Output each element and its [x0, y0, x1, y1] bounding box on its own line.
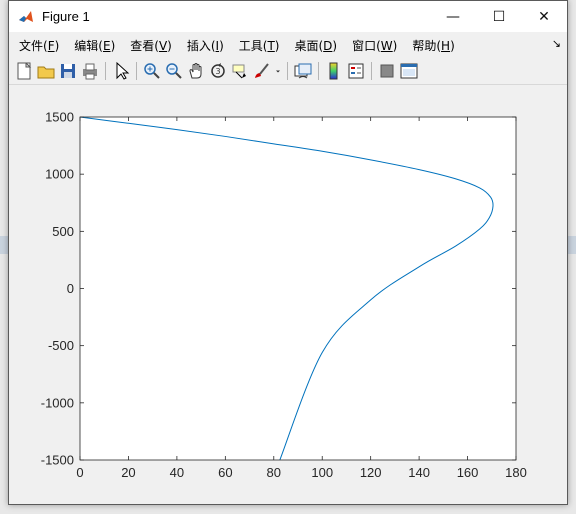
x-tick-label: 160: [457, 465, 479, 480]
x-tick-label: 40: [170, 465, 184, 480]
y-tick-label: -500: [48, 338, 74, 353]
figure-window: Figure 1 — ☐ ✕ 文件(F) 编辑(E) 查看(V) 插入(I) 工具(T)…: [8, 0, 568, 505]
y-tick-label: 1500: [45, 110, 74, 125]
y-tick-label: 1000: [45, 167, 74, 182]
y-tick-label: -1500: [41, 453, 74, 468]
y-tick-label: 0: [67, 281, 74, 296]
x-tick-label: 140: [408, 465, 430, 480]
x-tick-label: 100: [311, 465, 333, 480]
plot-area[interactable]: 0 20 40 60 80 100 120 140 160 180 -1500 -1000 -500 0 5…: [9, 1, 567, 504]
y-tick-label: -1000: [41, 395, 74, 410]
x-tick-label: 20: [121, 465, 135, 480]
x-tick-label: 180: [505, 465, 527, 480]
y-tick-label: 500: [52, 224, 74, 239]
x-tick-label: 80: [267, 465, 281, 480]
x-tick-label: 60: [218, 465, 232, 480]
x-tick-label: 0: [76, 465, 83, 480]
x-tick-label: 120: [360, 465, 382, 480]
